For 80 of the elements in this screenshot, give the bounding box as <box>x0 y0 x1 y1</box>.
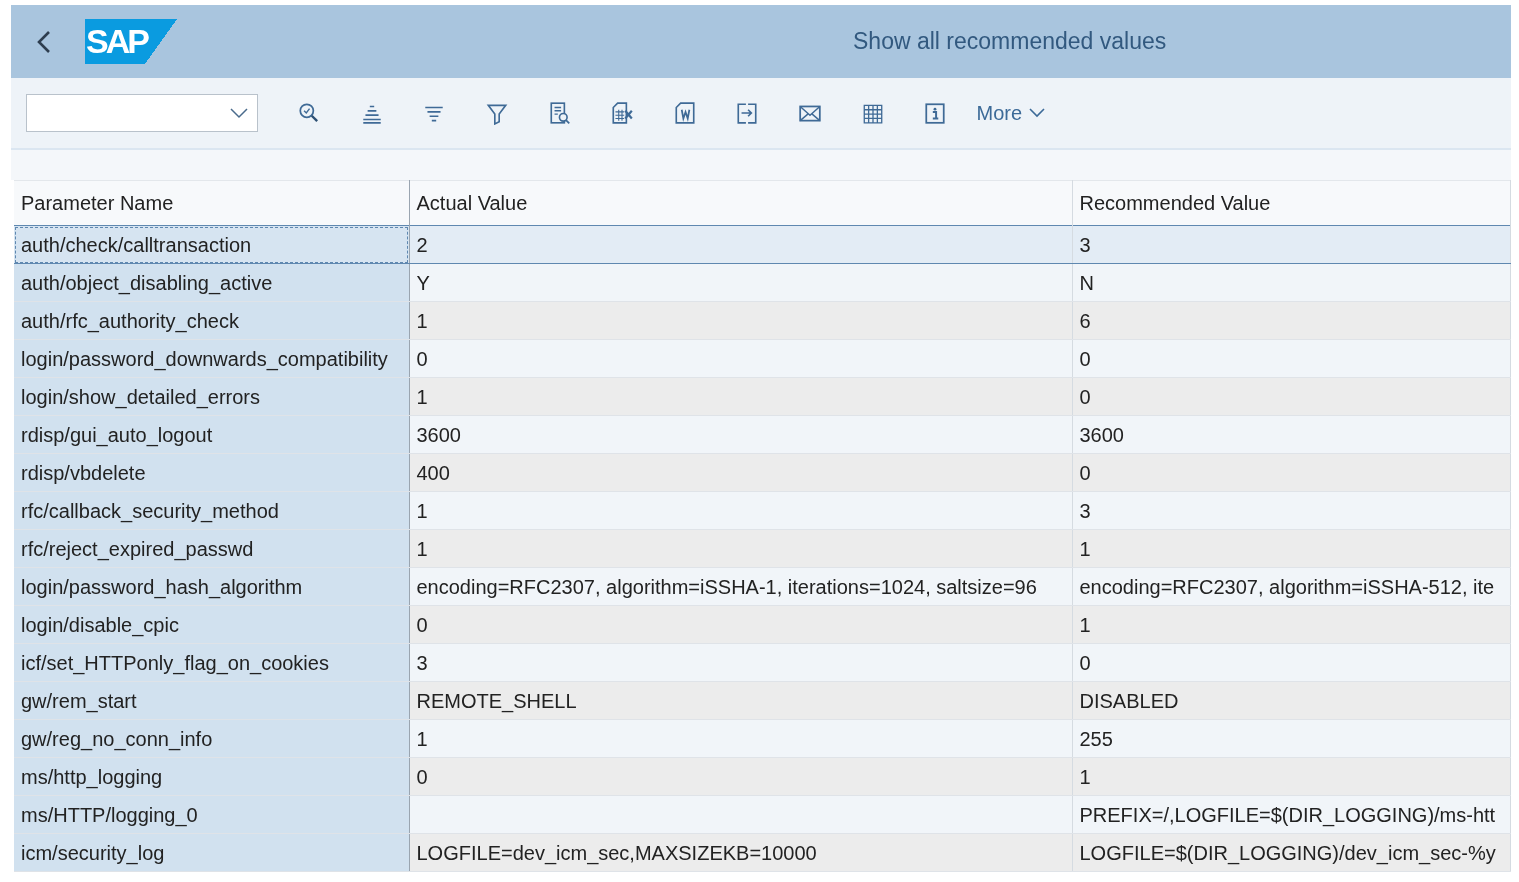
table-cell: ms/http_logging <box>14 757 409 796</box>
table-cell: N <box>1072 263 1511 302</box>
table-cell: 1 <box>409 529 1072 568</box>
table-cell: PREFIX=/,LOGFILE=$(DIR_LOGGING)/ms-htt <box>1072 795 1511 834</box>
table-cell: 0 <box>409 339 1072 378</box>
table-cell: 2 <box>409 225 1072 264</box>
table-row[interactable]: gw/rem_start REMOTE_SHELL DISABLED <box>14 681 1511 720</box>
column-header[interactable]: Recommended Value <box>1072 180 1511 226</box>
table-cell: 0 <box>1072 339 1511 378</box>
table-row[interactable]: rdisp/vbdelete 400 0 <box>14 453 1511 492</box>
table-cell: 3 <box>1072 225 1511 264</box>
table-cell: 1 <box>409 719 1072 758</box>
table-cell: 1 <box>409 301 1072 340</box>
table-cell: rdisp/gui_auto_logout <box>14 415 409 454</box>
table-row[interactable]: login/show_detailed_errors 1 0 <box>14 377 1511 416</box>
table-cell: 0 <box>1072 377 1511 416</box>
chevron-down-icon <box>1028 107 1047 119</box>
export-icon <box>735 101 760 125</box>
table-row[interactable]: auth/check/calltransaction 2 3 <box>14 225 1511 264</box>
table-row[interactable]: icm/security_log LOGFILE=dev_icm_sec,MAXSIZEKB=10000 LOGFILE=$(DIR_LOGGING)/dev_icm_sec-%y <box>14 833 1511 872</box>
table-cell: REMOTE_SHELL <box>409 681 1072 720</box>
table-cell: 6 <box>1072 301 1511 340</box>
table-cell: DISABLED <box>1072 681 1511 720</box>
table-cell: gw/rem_start <box>14 681 409 720</box>
table-row[interactable]: gw/reg_no_conn_info 1 255 <box>14 719 1511 758</box>
table-row[interactable]: auth/object_disabling_active Y N <box>14 263 1511 302</box>
column-header[interactable]: Parameter Name <box>14 180 409 226</box>
table-cell: rdisp/vbdelete <box>14 453 409 492</box>
table-cell: rfc/callback_security_method <box>14 491 409 530</box>
more-button[interactable]: More <box>976 101 1047 125</box>
spreadsheet-icon <box>610 101 635 125</box>
table-cell: auth/rfc_authority_check <box>14 301 409 340</box>
table-row[interactable]: ms/HTTP/logging_0 PREFIX=/,LOGFILE=$(DIR_LOGGING)/ms-htt <box>14 795 1511 834</box>
table-cell: 1 <box>409 491 1072 530</box>
table-cell: 0 <box>409 757 1072 796</box>
table-cell: login/password_hash_algorithm <box>14 567 409 606</box>
table-cell: 0 <box>1072 643 1511 682</box>
word-document-icon <box>672 101 697 125</box>
table-row[interactable]: rfc/callback_security_method 1 3 <box>14 491 1511 530</box>
table-cell: auth/check/calltransaction <box>14 225 409 264</box>
table-cell: ms/HTTP/logging_0 <box>14 795 409 834</box>
table-cell: Y <box>409 263 1072 302</box>
table-row[interactable]: ms/http_logging 0 1 <box>14 757 1511 796</box>
table-cell: 3600 <box>1072 415 1511 454</box>
column-header[interactable]: Actual Value <box>409 180 1072 226</box>
chevron-down-icon <box>229 107 249 119</box>
table-cell: LOGFILE=$(DIR_LOGGING)/dev_icm_sec-%y <box>1072 833 1511 872</box>
table-row[interactable]: icf/set_HTTPonly_flag_on_cookies 3 0 <box>14 643 1511 682</box>
page-title: Show all recommended values <box>853 28 1167 55</box>
table-row[interactable]: rfc/reject_expired_passwd 1 1 <box>14 529 1511 568</box>
table-cell: login/disable_cpic <box>14 605 409 644</box>
table-cell: icf/set_HTTPonly_flag_on_cookies <box>14 643 409 682</box>
info-icon <box>923 101 948 125</box>
table-cell: login/show_detailed_errors <box>14 377 409 416</box>
table-cell: 1 <box>1072 605 1511 644</box>
logo: SAP <box>85 19 177 64</box>
table-cell: 3 <box>1072 491 1511 530</box>
table-cell: encoding=RFC2307, algorithm=iSSHA-1, iterations=1024, saltsize=96 <box>409 567 1072 606</box>
table-cell: 0 <box>409 605 1072 644</box>
table-cell: 1 <box>1072 529 1511 568</box>
table-cell: 400 <box>409 453 1072 492</box>
table-cell: 255 <box>1072 719 1511 758</box>
table-cell: gw/reg_no_conn_info <box>14 719 409 758</box>
document-search-icon <box>547 101 572 125</box>
table-cell: 3600 <box>409 415 1072 454</box>
table-row[interactable]: auth/rfc_authority_check 1 6 <box>14 301 1511 340</box>
table-cell: 3 <box>409 643 1072 682</box>
table-row[interactable]: rdisp/gui_auto_logout 3600 3600 <box>14 415 1511 454</box>
table-row[interactable]: login/disable_cpic 0 1 <box>14 605 1511 644</box>
table-row[interactable]: login/password_hash_algorithm encoding=RFC2307, algorithm=iSSHA-1, iterations=1024, saltsize=96 encoding=RFC2307, algorithm=iSSHA-512, ite <box>14 567 1511 606</box>
table-cell: rfc/reject_expired_passwd <box>14 529 409 568</box>
table-cell: LOGFILE=dev_icm_sec,MAXSIZEKB=10000 <box>409 833 1072 872</box>
table-cell: encoding=RFC2307, algorithm=iSSHA-512, ite <box>1072 567 1511 606</box>
table-cell: 1 <box>409 377 1072 416</box>
table-row[interactable]: login/password_downwards_compatibility 0 0 <box>14 339 1511 378</box>
table-cell: 1 <box>1072 757 1511 796</box>
table-cell: login/password_downwards_compatibility <box>14 339 409 378</box>
table-cell: auth/object_disabling_active <box>14 263 409 302</box>
table-cell: icm/security_log <box>14 833 409 872</box>
table-cell: 0 <box>1072 453 1511 492</box>
